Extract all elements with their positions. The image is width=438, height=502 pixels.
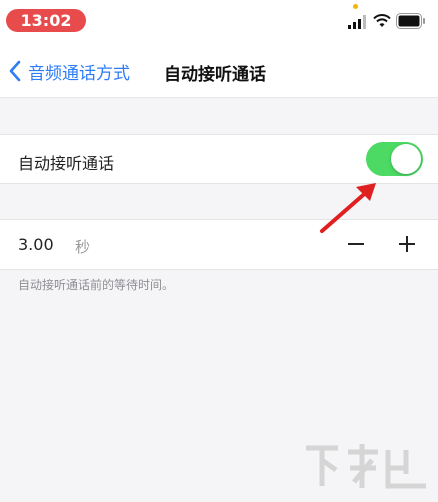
delay-unit: 秒	[75, 238, 91, 256]
back-button[interactable]: 音频通话方式	[8, 58, 130, 84]
annotation-arrow-icon	[320, 183, 376, 233]
status-time: 13:02	[6, 9, 86, 32]
wifi-icon	[373, 14, 391, 27]
mic-indicator-icon	[353, 4, 358, 9]
cellular-signal-icon	[348, 15, 366, 29]
toggle-knob	[391, 144, 421, 174]
chevron-left-icon	[9, 60, 21, 82]
watermark-logo-icon	[306, 444, 426, 489]
delay-description: 自动接听通话前的等待时间。	[18, 278, 175, 292]
increment-button[interactable]	[394, 230, 420, 258]
status-bar: 13:02	[0, 0, 438, 40]
auto-answer-label: 自动接听通话	[18, 154, 115, 173]
page-title: 自动接听通话	[164, 65, 266, 85]
navigation-bar: 音频通话方式 自动接听通话	[0, 44, 438, 94]
auto-answer-toggle[interactable]	[366, 142, 423, 176]
section-spacer	[0, 98, 438, 134]
battery-icon	[396, 13, 425, 29]
back-label: 音频通话方式	[28, 63, 130, 84]
delay-value: 3.00	[18, 235, 54, 254]
